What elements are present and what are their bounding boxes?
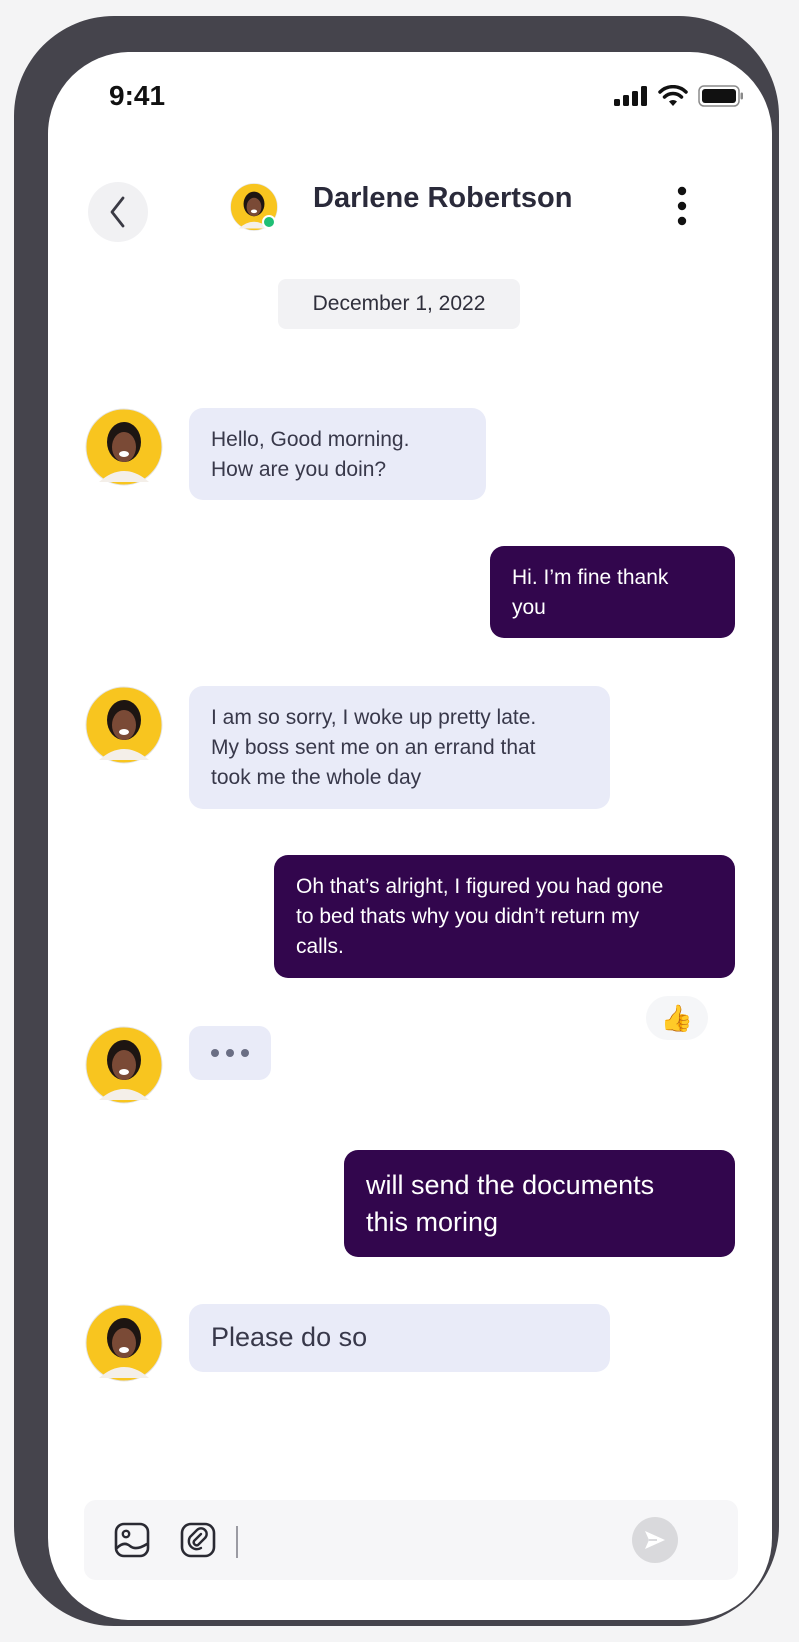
typing-indicator	[189, 1026, 271, 1080]
gallery-button[interactable]	[114, 1522, 150, 1558]
sender-avatar	[85, 1026, 163, 1104]
battery-icon	[698, 85, 743, 107]
back-button[interactable]	[88, 182, 148, 242]
message-outgoing[interactable]: will send the documents this moring	[344, 1150, 735, 1257]
typing-dot	[226, 1049, 234, 1057]
avatar-image	[85, 686, 163, 764]
message-outgoing[interactable]: Hi. I’m fine thank you	[490, 546, 735, 638]
signal-icon	[614, 86, 647, 106]
status-time: 9:41	[109, 80, 166, 111]
contact-name: Darlene Robertson	[313, 182, 573, 214]
contact-avatar[interactable]	[230, 183, 278, 231]
avatar-image	[85, 1026, 163, 1104]
chat-screen: 9:41 Darlene Robertson December 1, 2022 …	[48, 52, 772, 1620]
more-options-button[interactable]	[674, 186, 690, 226]
status-icons	[614, 84, 744, 108]
message-incoming[interactable]: Hello, Good morning. How are you doin?	[189, 408, 486, 500]
sender-avatar	[85, 408, 163, 486]
message-outgoing[interactable]: Oh that’s alright, I figured you had gon…	[274, 855, 735, 978]
send-icon	[645, 1531, 665, 1549]
message-composer	[84, 1500, 738, 1580]
avatar-image	[85, 408, 163, 486]
typing-dot	[241, 1049, 249, 1057]
wifi-icon	[658, 85, 688, 106]
phone-frame: 9:41 Darlene Robertson December 1, 2022 …	[14, 16, 779, 1626]
message-incoming[interactable]: Please do so	[189, 1304, 610, 1372]
chevron-left-icon	[110, 196, 125, 228]
message-incoming[interactable]: I am so sorry, I woke up pretty late. My…	[189, 686, 610, 809]
message-input[interactable]	[234, 1518, 618, 1564]
thumbs-up-icon: 👍	[660, 1002, 694, 1033]
reaction-badge[interactable]: 👍	[646, 996, 708, 1040]
more-vertical-icon	[677, 186, 687, 226]
sender-avatar	[85, 1304, 163, 1382]
send-button[interactable]	[632, 1517, 678, 1563]
date-separator: December 1, 2022	[278, 279, 520, 329]
avatar-image	[85, 1304, 163, 1382]
typing-dot	[211, 1049, 219, 1057]
attach-button[interactable]	[180, 1522, 216, 1558]
attach-icon	[180, 1522, 216, 1558]
image-icon	[114, 1522, 150, 1558]
online-status-dot	[262, 215, 276, 229]
sender-avatar	[85, 686, 163, 764]
